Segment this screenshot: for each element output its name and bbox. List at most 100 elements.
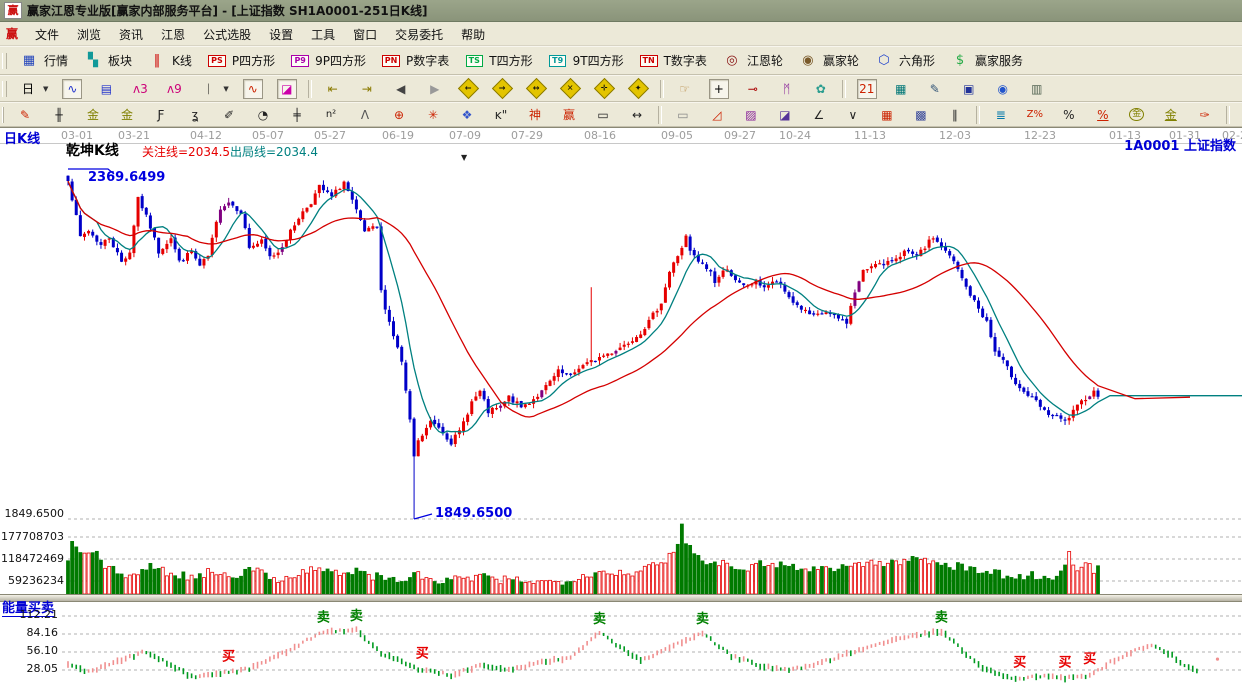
ruler-button[interactable]: ▭ (586, 105, 620, 125)
hexagon-button[interactable]: ⬡六角形 (866, 50, 942, 72)
last-page-button[interactable]: ⇥ (350, 79, 384, 99)
kline-button[interactable]: ‖K线 (139, 50, 199, 72)
panel-divider[interactable] (0, 594, 1242, 602)
menu-file[interactable]: 文件 (26, 25, 68, 45)
ying-button[interactable]: 赢 (552, 105, 586, 125)
grid2-button[interactable]: ╪ (280, 105, 314, 125)
gann-circle-button[interactable]: ⊕ (382, 105, 416, 125)
gann-pattern-button[interactable]: ᛗ (770, 79, 804, 99)
n-square-button[interactable]: n² (314, 105, 348, 125)
mini-chart-9-button[interactable]: ʌ9 (157, 79, 191, 99)
save-button[interactable]: ▣ (952, 79, 986, 99)
measure-table-button[interactable]: ≣ (984, 105, 1018, 125)
wave-angle-button[interactable]: ∿ (1234, 105, 1242, 125)
winner-wheel-button[interactable]: ◉赢家轮 (790, 50, 866, 72)
menu-window[interactable]: 窗口 (344, 25, 386, 45)
notes-button[interactable]: ✎ (918, 79, 952, 99)
kline-chart-canvas[interactable]: 03-0103-2104-1205-0705-2706-1907-0907-29… (0, 128, 1242, 686)
gold-ratio-button[interactable]: 金 (76, 105, 110, 125)
fib-button[interactable]: Ƒ (144, 105, 178, 125)
chart-area[interactable]: 03-0103-2104-1205-0705-2706-1907-0907-29… (0, 127, 1242, 686)
toolbar-grip[interactable] (2, 81, 7, 97)
grid-red-button[interactable]: ▦ (870, 105, 904, 125)
p-table-button[interactable]: PNP数字表 (373, 50, 456, 72)
toolbar-grip[interactable] (2, 53, 7, 69)
quotes-button[interactable]: ▦行情 (11, 50, 75, 72)
rect-tool-button[interactable]: ▭ (666, 105, 700, 125)
qiankun-wave-button[interactable]: ∿ (55, 79, 89, 99)
first-page-button[interactable]: ⇤ (316, 79, 350, 99)
svg-text:卖: 卖 (935, 610, 948, 626)
brush-button[interactable]: ✑ (1188, 105, 1222, 125)
pan-left-diamond-button[interactable]: ← (452, 79, 486, 99)
calendar-button[interactable]: 21 (850, 79, 884, 99)
draw-pencil-button[interactable]: ✎ (8, 105, 42, 125)
p-square-button[interactable]: PSP四方形 (199, 50, 282, 72)
zoom-out-diamond-button[interactable]: ✕ (554, 79, 588, 99)
red-wave-button[interactable]: ∿ (236, 79, 270, 99)
trend-line-button[interactable]: ⊸ (736, 79, 770, 99)
angle-ruler-button[interactable]: Λ (348, 105, 382, 125)
volume-profile-button[interactable]: ◪ (270, 79, 304, 99)
menu-browse[interactable]: 浏览 (68, 25, 110, 45)
percent-button[interactable]: % (1052, 105, 1086, 125)
dropdown-caret-icon[interactable]: ▼ (223, 85, 228, 93)
menu-news[interactable]: 资讯 (110, 25, 152, 45)
menu-tools[interactable]: 工具 (302, 25, 344, 45)
crosshair-button[interactable]: + (702, 79, 736, 99)
angle-line-button[interactable]: ∠ (802, 105, 836, 125)
info-panel-button[interactable]: ▤ (89, 79, 123, 99)
span-button[interactable]: ↔ (620, 105, 654, 125)
dropdown-caret-icon[interactable]: ▼ (43, 85, 48, 93)
t-table-button[interactable]: TNT数字表 (631, 50, 714, 72)
menu-formula-stock-pick[interactable]: 公式选股 (194, 25, 260, 45)
diag-box-button[interactable]: ◪ (768, 105, 802, 125)
red-web-button[interactable]: ✳ (416, 105, 450, 125)
menu-gann[interactable]: 江恩 (152, 25, 194, 45)
shen-button[interactable]: 神 (518, 105, 552, 125)
mark-pencil-button[interactable]: ✐ (212, 105, 246, 125)
sectors-button[interactable]: ▚板块 (75, 50, 139, 72)
nine-p-square-button[interactable]: P99P四方形 (282, 50, 373, 72)
center-diamond-button[interactable]: ↔ (520, 79, 554, 99)
pan-right-diamond-button[interactable]: → (486, 79, 520, 99)
toolbar-grip[interactable] (2, 107, 4, 123)
mini-chart-3-button[interactable]: ʌ3 (123, 79, 157, 99)
calculator-button[interactable]: ▦ (884, 79, 918, 99)
prev-page-button[interactable]: ◀ (384, 79, 418, 99)
expand-diamond-button[interactable]: ✦ (622, 79, 656, 99)
pan-hand-button[interactable]: ☞ (668, 79, 702, 99)
winner-service-button[interactable]: $赢家服务 (942, 50, 1030, 72)
menu-help[interactable]: 帮助 (452, 25, 494, 45)
k-quote-button[interactable]: ĸ" (484, 105, 518, 125)
nine-t-square-button[interactable]: T99T四方形 (540, 50, 631, 72)
parallel-button[interactable]: ∥ (938, 105, 972, 125)
next-page-button[interactable]: ▶ (418, 79, 452, 99)
time-cycle-button[interactable]: ◔ (246, 105, 280, 125)
percent-line-button[interactable]: % (1086, 105, 1120, 125)
gold-circle-button[interactable]: 金 (1120, 105, 1154, 125)
system-button[interactable]: ▥ (1020, 79, 1054, 99)
fan-red-button[interactable]: ◿ (700, 105, 734, 125)
gann-grid-button[interactable]: ╫ (42, 105, 76, 125)
candle-plain-button[interactable]: ᛁ▼ (191, 79, 235, 99)
gold-ratio2-button[interactable]: 金 (110, 105, 144, 125)
t-square-button[interactable]: TST四方形 (456, 50, 539, 72)
check-line-button[interactable]: ∨ (836, 105, 870, 125)
menu-settings[interactable]: 设置 (260, 25, 302, 45)
fan-box-button[interactable]: ▨ (734, 105, 768, 125)
gold-under-button[interactable]: 金 (1154, 105, 1188, 125)
indicator-dropdown-caret[interactable]: ▼ (461, 154, 467, 163)
blue-web-button[interactable]: ❖ (450, 105, 484, 125)
calculator-icon: ▦ (891, 79, 911, 99)
web-button[interactable]: ◉ (986, 79, 1020, 99)
percent-zone-button[interactable]: Z% (1018, 105, 1052, 125)
compress-diamond-button[interactable]: ✛ (588, 79, 622, 99)
smart-tool-button[interactable]: ✿ (804, 79, 838, 99)
spiral-button[interactable]: ʓ (178, 105, 212, 125)
gann-wheel-button[interactable]: ◎江恩轮 (714, 50, 790, 72)
grid-blue-button[interactable]: ▩ (904, 105, 938, 125)
menu-trade[interactable]: 交易委托 (386, 25, 452, 45)
candle-style-button[interactable]: 日▼ (11, 79, 55, 99)
title-bar[interactable]: 赢 赢家江恩专业版[赢家内部服务平台] - [上证指数 SH1A0001-251… (0, 0, 1242, 22)
